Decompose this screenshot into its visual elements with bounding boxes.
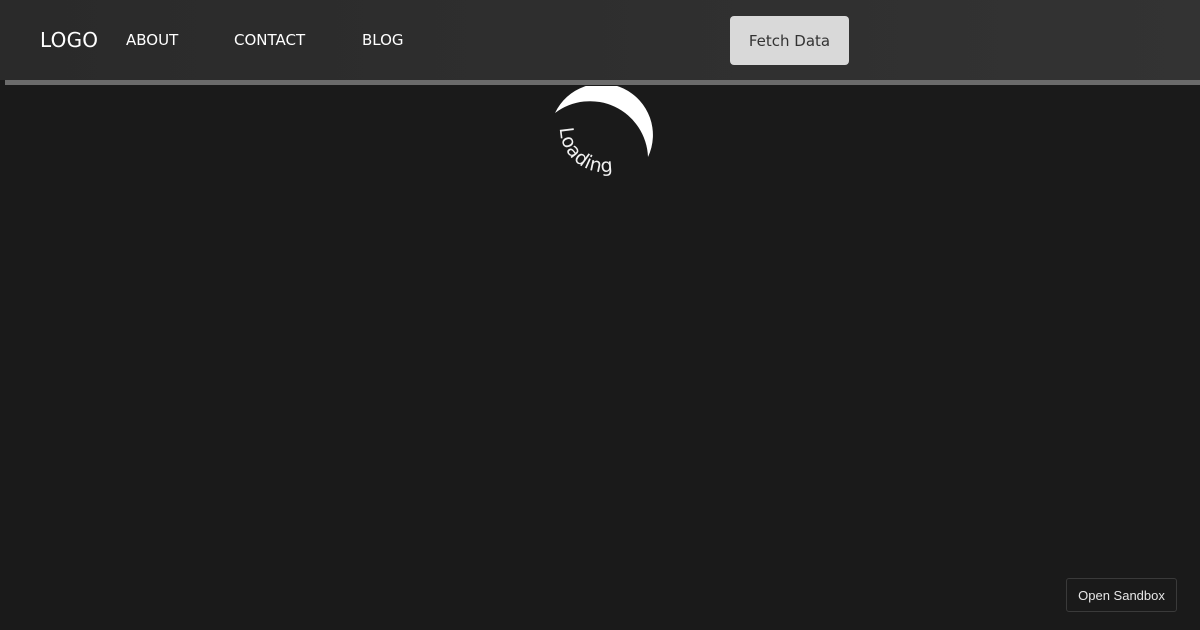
page: LOGO ABOUT CONTACT BLOG Fetch Data Loadi… <box>0 0 1200 630</box>
logo[interactable]: LOGO <box>40 28 98 52</box>
loading-label-text: Loading <box>555 126 614 177</box>
navbar: LOGO ABOUT CONTACT BLOG Fetch Data <box>0 0 1200 80</box>
fetch-data-button[interactable]: Fetch Data <box>730 16 849 65</box>
nav-link-contact[interactable]: CONTACT <box>234 31 305 49</box>
progress-bar <box>5 80 1200 85</box>
open-sandbox-button[interactable]: Open Sandbox <box>1066 578 1177 612</box>
loading-spinner: Loading <box>555 86 653 177</box>
nav-link-about[interactable]: ABOUT <box>126 31 178 49</box>
nav-link-blog[interactable]: BLOG <box>362 31 404 49</box>
progress-bar-fill <box>5 80 1200 85</box>
loading-label: Loading <box>555 126 614 177</box>
